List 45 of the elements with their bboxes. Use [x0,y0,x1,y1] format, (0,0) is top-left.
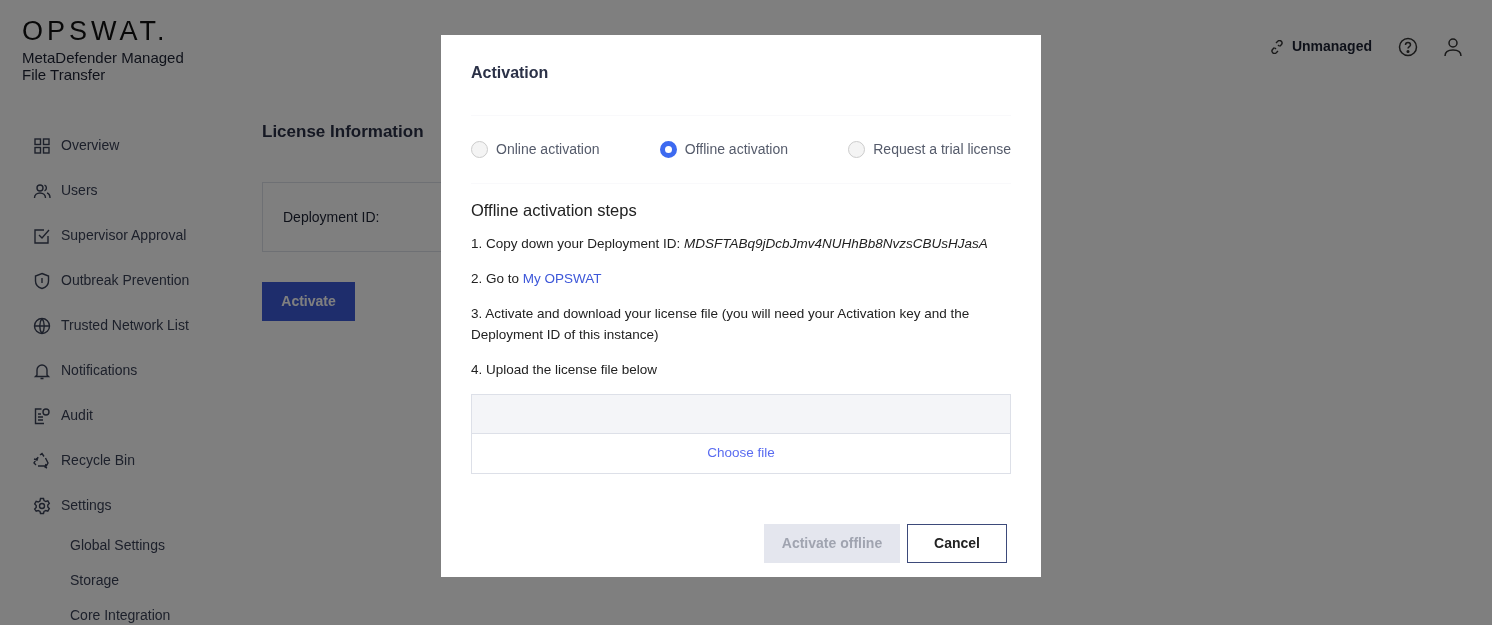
choose-file-link[interactable]: Choose file [701,442,781,465]
radio-button[interactable] [471,141,488,158]
nav-item[interactable]: Audit [61,405,93,426]
step-text: 1. Copy down your Deployment ID: MDSFTABq9jDcbJmv4NUHhBb8NvzsCBUsHJasA [471,234,989,253]
cancel-button[interactable]: Cancel [907,523,1007,563]
radio-button[interactable] [659,141,677,158]
document-icon [33,406,51,425]
nav-subitem[interactable]: Storage [70,570,120,591]
status-label: Unmanaged [1291,37,1372,56]
step-text: 2. Go to My OPSWAT [471,269,603,288]
radio-button[interactable] [848,141,866,158]
users-icon [33,181,51,200]
product-name: MetaDefender Managed File Transfer [22,49,185,83]
nav-item[interactable]: Notifications [61,360,138,381]
nav-item[interactable]: Overview [61,135,120,156]
globe-icon [33,316,51,335]
nav-item[interactable]: Outbreak Prevention [61,270,190,291]
nav-item[interactable]: Supervisor Approval [61,225,187,246]
radio-option[interactable]: Request a trial license [848,139,1011,160]
help-icon[interactable] [1398,36,1418,57]
step-text: 4. Upload the license file below [471,360,659,379]
activate-button[interactable]: Activate [262,282,355,322]
dialog-title: Activation [471,65,550,81]
radio-option[interactable]: Offline activation [659,139,788,160]
grid-icon [33,136,51,155]
nav-item[interactable]: Settings [61,495,112,516]
recycle-icon [33,451,51,470]
shield-icon [33,271,51,290]
link-broken-icon [1269,39,1284,54]
my-opswat-link[interactable]: My OPSWAT [522,270,602,286]
checkbox-icon [33,226,51,245]
nav-item[interactable]: Trusted Network List [61,315,189,336]
section-heading: Offline activation steps [471,200,638,221]
field-label: Deployment ID: [283,207,380,227]
nav-item[interactable]: Recycle Bin [61,450,135,471]
nav-subitem[interactable]: Core Integration [70,605,171,625]
radio-option[interactable]: Online activation [471,139,600,160]
brand-logo: OPSWAT. [22,18,170,45]
nav-item[interactable]: Users [61,180,98,201]
step-text: 3. Activate and download your license file (you will need your Activation key and the Deployment ID of this instance) [471,304,971,344]
page-title: License Information [262,122,425,143]
user-icon[interactable] [1444,36,1462,57]
nav-subitem[interactable]: Global Settings [70,535,165,556]
bell-icon [33,361,51,380]
gear-icon [33,496,51,515]
